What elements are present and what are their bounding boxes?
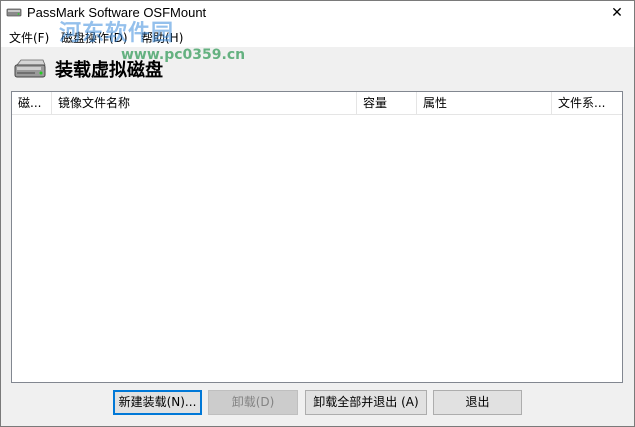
menu-bar: 文件(F) 磁盘操作(D) 帮助(H) xyxy=(1,27,634,47)
page-title: 装载虚拟磁盘 xyxy=(55,60,163,81)
mounted-disks-list[interactable]: 磁... 镜像文件名称 容量 属性 文件系... xyxy=(11,91,623,383)
menu-help[interactable]: 帮助(H) xyxy=(141,29,183,46)
unmount-all-exit-button[interactable]: 卸载全部并退出 (A) xyxy=(305,390,427,415)
column-header-capacity[interactable]: 容量 xyxy=(357,92,417,114)
unmount-button[interactable]: 卸载(D) xyxy=(208,390,298,415)
virtual-disk-icon xyxy=(13,57,47,81)
button-row: 新建装载(N)... 卸载(D) 卸载全部并退出 (A) 退出 xyxy=(1,390,634,416)
column-header-filesystem[interactable]: 文件系... xyxy=(552,92,622,114)
column-header-disk[interactable]: 磁... xyxy=(12,92,52,114)
close-button[interactable]: ✕ xyxy=(606,4,628,22)
menu-disk-operations[interactable]: 磁盘操作(D) xyxy=(61,29,128,46)
exit-button[interactable]: 退出 xyxy=(433,390,522,415)
window-title: PassMark Software OSFMount xyxy=(27,5,207,20)
title-bar: PassMark Software OSFMount ✕ xyxy=(1,1,634,27)
list-header: 磁... 镜像文件名称 容量 属性 文件系... xyxy=(12,92,622,115)
disk-drive-icon xyxy=(6,6,22,18)
app-window: PassMark Software OSFMount ✕ 文件(F) 磁盘操作(… xyxy=(0,0,635,427)
close-icon: ✕ xyxy=(611,5,623,21)
menu-file[interactable]: 文件(F) xyxy=(9,29,49,46)
column-header-image-file[interactable]: 镜像文件名称 xyxy=(52,92,357,114)
new-mount-button[interactable]: 新建装载(N)... xyxy=(113,390,202,415)
column-header-attributes[interactable]: 属性 xyxy=(417,92,552,114)
